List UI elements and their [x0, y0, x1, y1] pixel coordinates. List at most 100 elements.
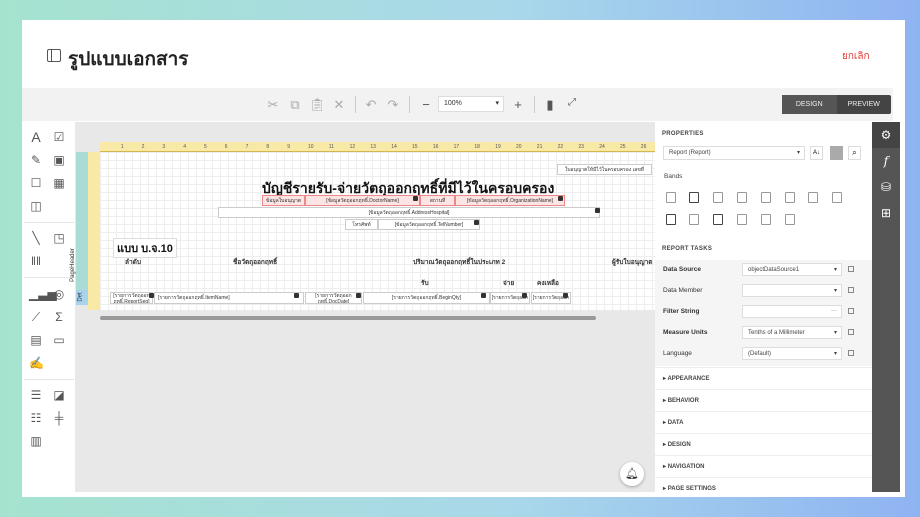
paste-icon[interactable]: 📋︎	[309, 97, 326, 113]
horizontal-scrollbar[interactable]	[100, 316, 596, 320]
richtext-tool-icon[interactable]: ✎	[29, 153, 43, 167]
zoom-out-icon[interactable]: −	[418, 97, 434, 112]
copy-icon[interactable]: ⧉	[287, 97, 303, 113]
band-icon[interactable]	[761, 192, 771, 203]
column-header-balance[interactable]: คงเหลือ	[537, 278, 559, 288]
section-behavior[interactable]: ▸ BEHAVIOR	[655, 389, 872, 411]
band-icon[interactable]	[832, 192, 842, 203]
column-header-receiver[interactable]: ผู้รับใบอนุญาต	[612, 257, 652, 267]
table-tool-icon[interactable]: ▦	[52, 176, 66, 190]
property-value-input[interactable]: ▾	[742, 284, 842, 297]
cancel-link[interactable]: ยกเลิก	[842, 49, 870, 64]
form-code[interactable]: แบบ บ.จ.10	[113, 238, 177, 258]
detail-begin-field[interactable]: [รายการวัตถุออกฤทธิ์.BeginQty]	[363, 292, 490, 304]
pagebreak-tool-icon[interactable]: ╪	[52, 411, 66, 425]
property-value-input[interactable]: ···	[742, 305, 842, 318]
report-tasks-header[interactable]: REPORT TASKS	[662, 246, 712, 252]
doctor-field[interactable]: [ข้อมูลวัตถุออกฤทธิ์.DoctorName]	[305, 195, 420, 206]
property-value-input[interactable]: objectDataSource1 ▾	[742, 263, 842, 276]
function-icon[interactable]: f	[872, 148, 900, 174]
tab-design[interactable]: DESIGN	[782, 95, 837, 114]
band-icon[interactable]	[713, 192, 723, 203]
gauge-tool-icon[interactable]: ◎	[52, 287, 66, 301]
band-icon[interactable]	[689, 192, 699, 203]
band-pageheader[interactable]: PageHeader	[70, 152, 88, 290]
license-label[interactable]: ข้อมูลใบอนุญาต	[262, 195, 305, 206]
section-page-settings[interactable]: ▸ PAGE SETTINGS	[655, 477, 872, 499]
chart-tool-icon[interactable]: ▁▃▅	[29, 287, 57, 301]
section-data[interactable]: ▸ DATA	[655, 411, 872, 433]
subreport-tool-icon[interactable]: ◫	[29, 199, 43, 213]
shape-tool-icon[interactable]: ◳	[52, 231, 66, 245]
signature-tool-icon[interactable]: ✍	[29, 356, 44, 370]
license-no-label[interactable]: ใบอนุญาตให้มีไว้ในครอบครอง เลขที่	[557, 164, 652, 175]
validate-icon[interactable]: ▮	[542, 97, 558, 113]
hierarchy-icon[interactable]: ⊞	[872, 200, 900, 226]
address-field[interactable]: [ข้อมูลวัตถุออกฤทธิ์.AddressHospital]	[218, 207, 600, 218]
object-select[interactable]: Report (Report) ▾	[663, 146, 805, 160]
tel-label[interactable]: โทรศัพท์	[345, 219, 378, 230]
band-icon[interactable]	[785, 192, 795, 203]
detail-seq-field[interactable]: [รายการวัตถุออกฤทธิ์.ReportSeq]	[110, 292, 153, 304]
notification-bell-icon[interactable]: 🔔︎	[620, 462, 644, 486]
barcode-tool-icon[interactable]: ‖‖	[29, 254, 43, 268]
property-checkbox[interactable]	[848, 329, 854, 335]
band-icon[interactable]	[666, 214, 676, 225]
redo-icon[interactable]: ↷	[385, 97, 401, 113]
section-appearance[interactable]: ▸ APPEARANCE	[655, 367, 872, 389]
pageinfo-tool-icon[interactable]: ▤	[29, 333, 43, 347]
band-icon[interactable]	[737, 192, 747, 203]
band-icon[interactable]	[689, 214, 699, 225]
fullscreen-icon[interactable]: ⤢	[564, 97, 580, 108]
pdf-tool-icon[interactable]: ▭	[52, 333, 66, 347]
band-icon[interactable]	[737, 214, 747, 225]
organization-field[interactable]: [ข้อมูลวัตถุออกฤทธิ์.OrganizationName]	[455, 195, 565, 206]
property-checkbox[interactable]	[848, 287, 854, 293]
undo-icon[interactable]: ↶	[363, 97, 379, 113]
gear-icon[interactable]: ⚙	[872, 122, 900, 148]
search-icon[interactable]: ⌕	[848, 146, 861, 160]
band-icon[interactable]	[808, 192, 818, 203]
checkbox-tool-icon[interactable]: ☑	[52, 130, 66, 144]
crosstab-tool-icon[interactable]: ▥	[29, 434, 43, 448]
property-checkbox[interactable]	[848, 350, 854, 356]
property-value-input[interactable]: Tenths of a Millimeter ▾	[742, 326, 842, 339]
place-label[interactable]: สถานที่	[420, 195, 455, 206]
pageinfo-detail-tool-icon[interactable]: ◪	[52, 388, 66, 402]
zoom-in-icon[interactable]: +	[510, 97, 526, 112]
crossband-tool-icon[interactable]: ☷	[29, 411, 43, 425]
line-tool-icon[interactable]: ╲	[29, 231, 43, 245]
column-header-out[interactable]: จ่าย	[503, 278, 514, 288]
section-design[interactable]: ▸ DESIGN	[655, 433, 872, 455]
band-icon[interactable]	[666, 192, 676, 203]
band-icon[interactable]	[761, 214, 771, 225]
property-value-input[interactable]: (Default) ▾	[742, 347, 842, 360]
toc-tool-icon[interactable]: ☰	[29, 388, 43, 402]
tel-field[interactable]: [ข้อมูลวัตถุออกฤทธิ์.TelNumber]	[378, 219, 480, 230]
summary-tool-icon[interactable]: Σ	[52, 310, 66, 324]
tab-preview[interactable]: PREVIEW	[837, 95, 892, 114]
band-detail[interactable]: Det	[76, 290, 88, 305]
detail-date-field[interactable]: [รายการวัตถุออกฤทธิ์.DocDate]	[305, 292, 362, 304]
report-page[interactable]	[100, 152, 655, 310]
band-icon[interactable]	[713, 214, 723, 225]
panel-tool-icon[interactable]: ☐	[29, 176, 43, 190]
database-icon[interactable]: ⛁	[872, 174, 900, 200]
column-header-no[interactable]: ลำดับ	[125, 257, 141, 267]
property-checkbox[interactable]	[848, 266, 854, 272]
label-tool-icon[interactable]: A	[29, 130, 43, 144]
picture-tool-icon[interactable]: ▣	[52, 153, 66, 167]
band-icon[interactable]	[785, 214, 795, 225]
delete-icon[interactable]: ✕	[331, 97, 347, 113]
cut-icon[interactable]: ✂	[265, 97, 281, 113]
section-navigation[interactable]: ▸ NAVIGATION	[655, 455, 872, 477]
detail-item-field[interactable]: [รายการวัตถุออกฤทธิ์.ItemName]	[154, 292, 304, 304]
sort-az-icon[interactable]: A↓	[810, 146, 823, 160]
column-header-in[interactable]: รับ	[421, 278, 429, 288]
sparkline-tool-icon[interactable]: ⟋	[29, 310, 43, 324]
column-header-qty[interactable]: ปริมาณวัตถุออกฤทธิ์ในประเภท 2	[413, 257, 505, 267]
property-checkbox[interactable]	[848, 308, 854, 314]
categories-icon[interactable]	[830, 146, 843, 160]
column-header-name[interactable]: ชื่อวัตถุออกฤทธิ์	[233, 257, 277, 267]
zoom-select[interactable]: 100% ▾	[438, 96, 504, 112]
